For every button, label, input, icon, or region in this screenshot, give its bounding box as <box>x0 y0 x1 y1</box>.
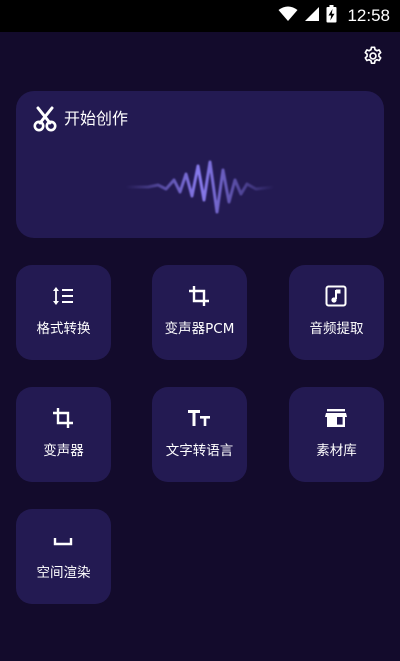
crop-icon <box>187 284 211 308</box>
settings-button[interactable] <box>361 46 385 70</box>
store-icon <box>324 406 348 430</box>
hero-title: 开始创作 <box>64 109 129 128</box>
cell-signal-icon <box>304 6 320 26</box>
tool-audio-extract[interactable]: 音频提取 <box>289 265 384 360</box>
tool-label: 空间渲染 <box>36 565 91 581</box>
tool-asset-library[interactable]: 素材库 <box>289 387 384 482</box>
scissors-icon <box>32 106 58 132</box>
tool-label: 格式转换 <box>36 321 91 337</box>
tool-label: 音频提取 <box>309 321 364 337</box>
wifi-icon <box>278 6 298 26</box>
sound-wave-icon <box>126 156 275 218</box>
tool-label: 变声器 <box>43 443 84 459</box>
tool-text-to-speech[interactable]: 文字转语言 <box>152 387 247 482</box>
space-bar-icon <box>51 528 75 552</box>
format-list-numbered-icon <box>51 284 75 308</box>
tool-format-convert[interactable]: 格式转换 <box>16 265 111 360</box>
gear-icon <box>362 45 384 71</box>
tool-spatial-rendering[interactable]: 空间渲染 <box>16 509 111 604</box>
status-icons: 12:58 <box>278 5 390 27</box>
status-bar: 12:58 <box>0 0 400 32</box>
start-creating-card[interactable]: 开始创作 <box>16 91 384 238</box>
crop-icon <box>51 406 75 430</box>
tool-label: 文字转语言 <box>165 443 234 459</box>
battery-charging-icon <box>326 5 337 27</box>
tool-label: 变声器PCM <box>164 321 235 337</box>
music-note-icon <box>324 284 348 308</box>
status-time: 12:58 <box>347 6 390 25</box>
text-size-icon <box>187 406 211 430</box>
tool-label: 素材库 <box>316 443 357 459</box>
tool-voice-changer[interactable]: 变声器 <box>16 387 111 482</box>
tool-voice-changer-pcm[interactable]: 变声器PCM <box>152 265 247 360</box>
